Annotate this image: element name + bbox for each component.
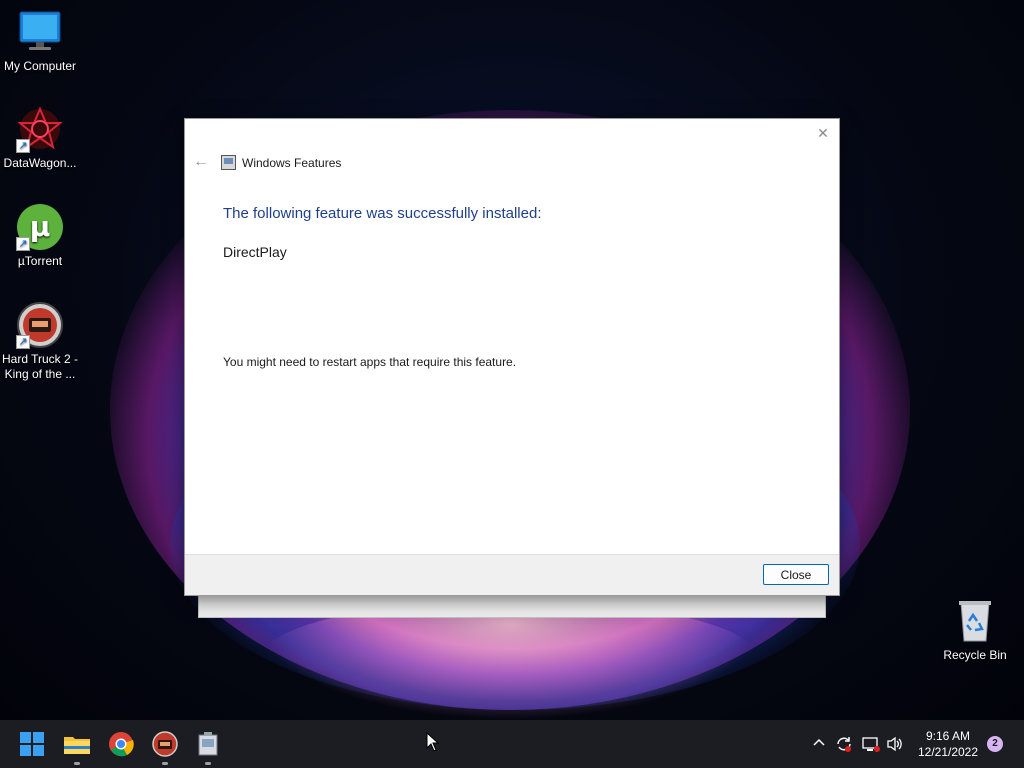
desktop-icon-label: My Computer [3, 59, 77, 73]
network-icon [862, 737, 880, 752]
shortcut-arrow-icon: ↗ [16, 237, 30, 251]
desktop-icon-label: Recycle Bin [943, 648, 1007, 662]
utorrent-icon: µ ↗ [16, 203, 64, 251]
shortcut-arrow-icon: ↗ [16, 335, 30, 349]
success-headline: The following feature was successfully i… [223, 205, 542, 222]
chrome-icon [109, 732, 134, 757]
svg-text:µ: µ [30, 210, 51, 243]
truck-game-icon: ↗ [16, 301, 64, 349]
running-indicator [74, 762, 80, 765]
desktop-icon-my-computer[interactable]: My Computer [0, 8, 80, 74]
running-indicator [162, 762, 168, 765]
dialog-title: Windows Features [242, 155, 342, 170]
taskbar-setup[interactable] [192, 728, 224, 765]
dialog-footer: Close [185, 554, 839, 595]
windows-features-icon [221, 155, 236, 170]
setup-icon [198, 732, 218, 756]
taskbar-chrome[interactable] [105, 728, 137, 760]
start-icon [20, 732, 44, 756]
close-icon[interactable]: ✕ [815, 125, 831, 141]
taskbar: 9:16 AM 12/21/2022 2 [0, 720, 1024, 768]
desktop-icon-label: µTorrent [17, 254, 63, 268]
truck-game-icon [152, 731, 178, 757]
running-indicator [205, 762, 211, 765]
taskbar-file-explorer[interactable] [61, 728, 93, 765]
recycle-bin-icon [951, 597, 999, 645]
taskbar-clock[interactable]: 9:16 AM 12/21/2022 [912, 728, 984, 760]
installed-feature-name: DirectPlay [223, 244, 287, 260]
wallpaper-bloom-glow [260, 600, 760, 720]
close-button[interactable]: Close [763, 564, 829, 585]
restart-note: You might need to restart apps that requ… [223, 355, 517, 369]
clock-time: 9:16 AM [925, 729, 971, 743]
desktop-icon-label: DataWagon... [3, 156, 77, 170]
dialog-title-row: Windows Features [221, 155, 341, 170]
desktop-icon-datawagon[interactable]: ↗ DataWagon... [0, 105, 80, 171]
tray-sync[interactable] [834, 734, 854, 768]
desktop-icon-hard-truck[interactable]: ↗ Hard Truck 2 - King of the ... [0, 301, 80, 382]
shortcut-arrow-icon: ↗ [16, 139, 30, 153]
chevron-up-icon [813, 738, 825, 746]
tray-network[interactable] [861, 734, 881, 768]
show-hidden-icons-button[interactable] [810, 734, 828, 768]
sync-icon [837, 737, 851, 752]
start-button[interactable] [16, 728, 48, 760]
datawagon-icon: ↗ [16, 105, 64, 153]
back-arrow-icon[interactable]: ← [193, 154, 209, 170]
volume-icon [887, 736, 902, 752]
desktop-icon-utorrent[interactable]: µ ↗ µTorrent [0, 203, 80, 269]
desktop-icon-label: Hard Truck 2 - King of the ... [1, 352, 79, 381]
mouse-cursor-icon [426, 731, 440, 757]
desktop-icon-recycle-bin[interactable]: Recycle Bin [935, 597, 1015, 663]
clock-date: 12/21/2022 [917, 745, 979, 759]
file-explorer-icon [64, 737, 90, 754]
monitor-icon [16, 8, 64, 56]
notification-badge[interactable]: 2 [987, 736, 1003, 752]
taskbar-hard-truck[interactable] [149, 728, 181, 765]
tray-volume[interactable] [885, 734, 905, 768]
windows-features-dialog: ✕ ← Windows Features The following featu… [184, 118, 840, 596]
